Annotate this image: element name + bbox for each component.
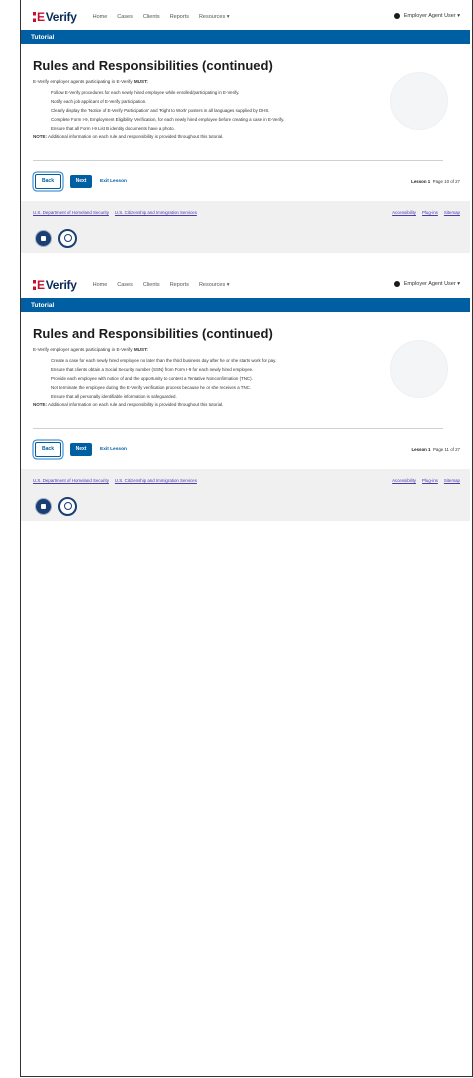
uscis-seal-icon[interactable] [58,228,77,248]
footer-links: U.S. Department of Homeland Security U.S… [21,201,470,223]
next-button[interactable]: Next [70,442,92,456]
intro-must: MUST: [133,79,148,84]
gov-footer: U.S. Department of Homeland Security U.S… [21,469,470,521]
plugins-link[interactable]: Plug-ins [422,478,438,483]
lesson-content: Rules and Responsibilities (continued) E… [21,326,470,407]
rule-item: Follow E-Verify procedures for each newl… [51,90,240,95]
next-button[interactable]: Next [70,174,92,188]
intro-text: E-Verify employer agents participating i… [33,347,458,352]
user-name: Employer Agent User ▾ [403,281,460,287]
nav-clients[interactable]: Clients [143,282,160,288]
rule-item: Complete Form I-9, Employment Eligibilit… [51,117,285,122]
agency-seals [21,491,470,521]
user-name: Employer Agent User ▾ [403,13,460,19]
logo-verify: Verify [45,278,77,292]
lesson-content: Rules and Responsibilities (continued) E… [21,58,470,139]
nav-cases[interactable]: Cases [117,14,133,20]
top-nav: E Verify Home Cases Clients Reports Reso… [21,272,470,298]
plugins-link[interactable]: Plug-ins [422,210,438,215]
divider [33,428,443,429]
rule-item: Not terminate the employee during the E-… [51,385,252,390]
user-menu[interactable]: Employer Agent User ▾ [393,281,460,287]
tutorial-banner: Tutorial [21,30,470,44]
gov-footer: U.S. Department of Homeland Security U.S… [21,201,470,253]
nav-clients[interactable]: Clients [143,14,160,20]
nav-resources[interactable]: Resources ▾ [199,282,230,288]
back-button[interactable]: Back [35,173,61,189]
divider [33,160,443,161]
lesson-controls: Back Next Exit Lesson Lesson 1 Page 11 o… [21,439,470,459]
footer-right-links: Accessibility Plug-ins Sitemap [386,478,460,483]
flag-stripe-icon [33,280,36,290]
back-button[interactable]: Back [35,441,61,457]
lesson-progress: Lesson 1 Page 10 of 27 [411,179,460,184]
logo-e: E [37,278,45,292]
rule-item: Notify each job applicant of E-Verify pa… [51,99,147,104]
footer-links: U.S. Department of Homeland Security U.S… [21,469,470,491]
rules-list: Create a case for each newly hired emplo… [33,356,458,401]
uscis-link[interactable]: U.S. Citizenship and Immigration Service… [115,210,197,215]
dhs-seal-icon[interactable] [35,497,52,515]
rule-item: Clearly display the 'Notice of E-Verify … [51,108,270,113]
intro-text: E-Verify employer agents participating i… [33,79,458,84]
intro-prefix: E-Verify employer agents participating i… [33,79,134,84]
uscis-link[interactable]: U.S. Citizenship and Immigration Service… [115,478,197,483]
sitemap-link[interactable]: Sitemap [444,210,460,215]
lesson-progress: Lesson 1 Page 11 of 27 [411,447,460,452]
nav-home[interactable]: Home [93,14,108,20]
logo-verify: Verify [45,10,77,24]
page-counter: Page 10 of 27 [432,178,460,184]
nav-reports[interactable]: Reports [170,282,189,288]
dhs-seal-icon[interactable] [35,229,52,247]
rule-item: Ensure that clients obtain a Social Secu… [51,367,254,372]
exit-lesson-link[interactable]: Exit Lesson [100,179,127,184]
main-menu: Home Cases Clients Reports Resources ▾ [93,14,240,20]
note-body: Additional information on each rule and … [47,134,224,139]
uscis-seal-icon[interactable] [58,496,77,516]
intro-must: MUST: [133,347,148,352]
user-menu[interactable]: Employer Agent User ▾ [393,13,460,19]
main-menu: Home Cases Clients Reports Resources ▾ [93,282,240,288]
note-text: NOTE: Additional information on each rul… [33,402,458,407]
page-counter: Page 11 of 27 [432,446,460,452]
top-nav: E Verify Home Cases Clients Reports Reso… [21,4,470,30]
accessibility-link[interactable]: Accessibility [392,478,416,483]
accessibility-link[interactable]: Accessibility [392,210,416,215]
everify-logo[interactable]: E Verify [33,10,77,24]
dhs-link[interactable]: U.S. Department of Homeland Security [33,478,109,483]
user-icon [393,13,400,19]
note-text: NOTE: Additional information on each rul… [33,134,458,139]
nav-resources[interactable]: Resources ▾ [199,14,230,20]
page-title: Rules and Responsibilities (continued) [33,58,273,73]
nav-reports[interactable]: Reports [170,14,189,20]
rule-item: Create a case for each newly hired emplo… [51,358,277,363]
note-body: Additional information on each rule and … [47,402,224,407]
footer-right-links: Accessibility Plug-ins Sitemap [386,210,460,215]
page-title: Rules and Responsibilities (continued) [33,326,273,341]
sitemap-link[interactable]: Sitemap [444,478,460,483]
intro-prefix: E-Verify employer agents participating i… [33,347,134,352]
nav-cases[interactable]: Cases [117,282,133,288]
logo-e: E [37,10,45,24]
tutorial-page-2: E Verify Home Cases Clients Reports Reso… [21,272,470,521]
lesson-number: Lesson 1 [411,446,431,452]
rule-item: Ensure that all Form I-9 List B identity… [51,126,175,131]
rule-item: Ensure that all personally identifiable … [51,394,177,399]
note-label: NOTE: [33,134,47,139]
everify-logo[interactable]: E Verify [33,278,77,292]
dhs-link[interactable]: U.S. Department of Homeland Security [33,210,109,215]
nav-home[interactable]: Home [93,282,108,288]
lesson-controls: Back Next Exit Lesson Lesson 1 Page 10 o… [21,171,470,191]
exit-lesson-link[interactable]: Exit Lesson [100,447,127,452]
tutorial-page-1: E Verify Home Cases Clients Reports Reso… [21,4,470,253]
note-label: NOTE: [33,402,47,407]
rules-list: Follow E-Verify procedures for each newl… [33,88,458,133]
tutorial-banner: Tutorial [21,298,470,312]
lesson-number: Lesson 1 [411,178,431,184]
agency-seals [21,223,470,253]
user-icon [393,281,400,287]
flag-stripe-icon [33,12,36,22]
rule-item: Provide each employee with notice of and… [51,376,253,381]
